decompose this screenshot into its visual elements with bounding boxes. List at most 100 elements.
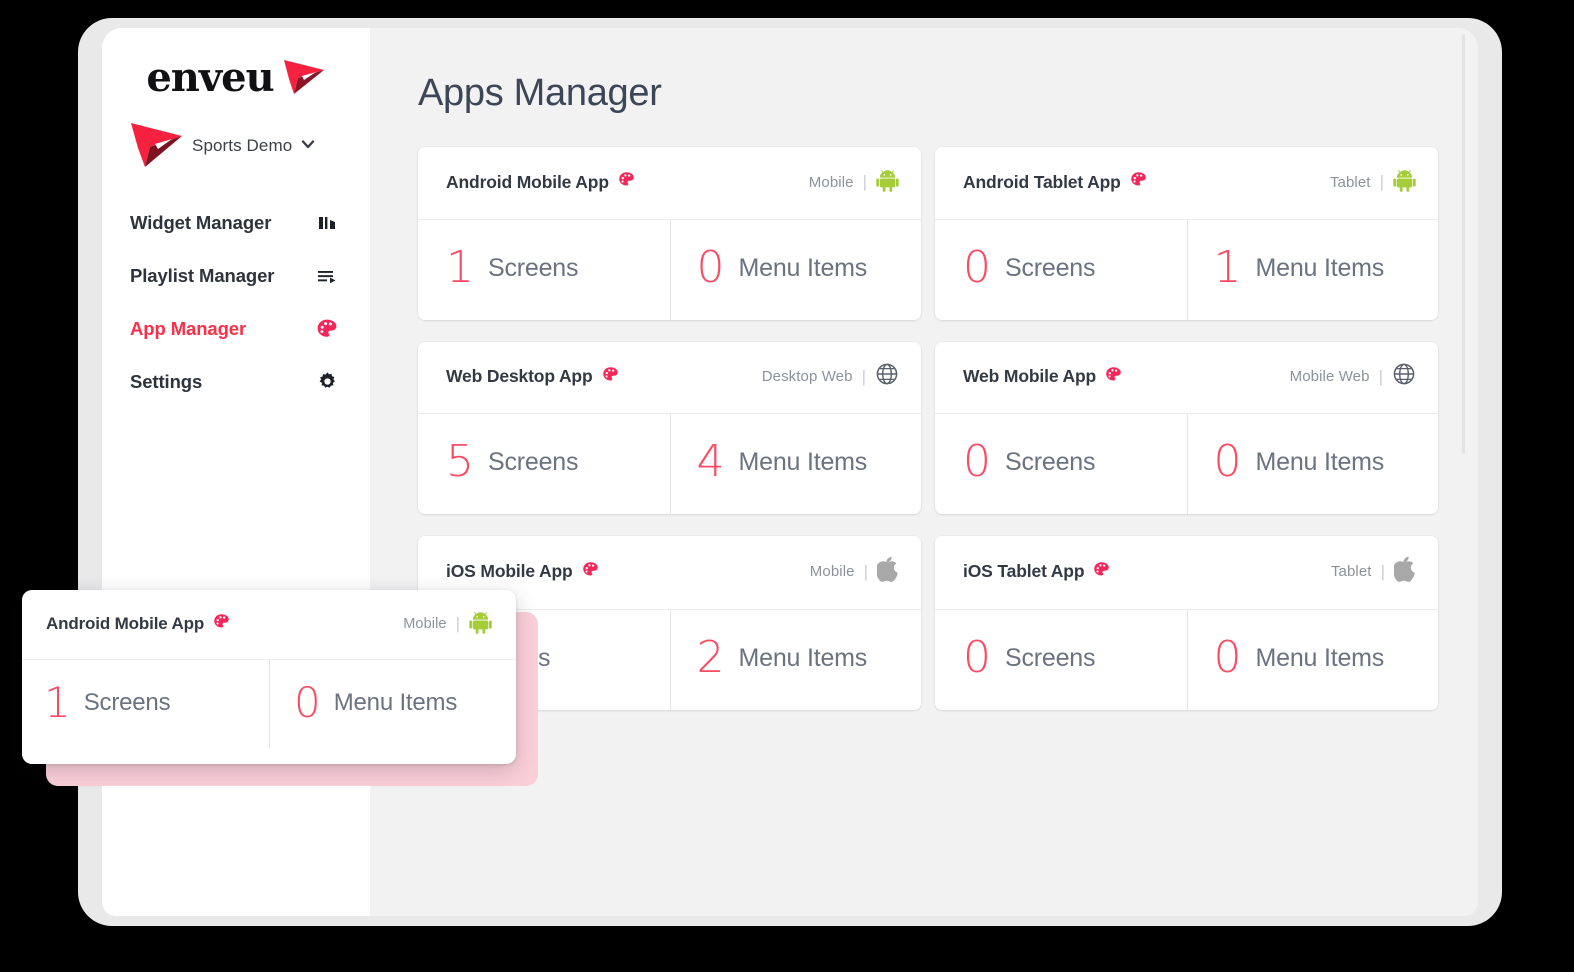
- stat-value: 0: [963, 632, 991, 683]
- app-card-stats: 0 Screens 0 Menu Items: [935, 414, 1438, 514]
- stat-value: 1: [1213, 242, 1242, 293]
- stat-menu-items: 0 Menu Items: [1186, 414, 1439, 514]
- app-card[interactable]: Web Mobile App Mobile Web | 0 Screens 0 …: [935, 342, 1438, 514]
- tenant-name: Sports Demo: [192, 136, 293, 155]
- app-card-title: iOS Mobile App: [446, 561, 573, 581]
- stat-value: 0: [1213, 436, 1242, 487]
- platform-separator: |: [1378, 366, 1383, 386]
- sidebar-item-playlist-manager[interactable]: Playlist Manager: [102, 249, 370, 302]
- palette-icon[interactable]: [1130, 171, 1147, 193]
- stat-label: Menu Items: [738, 253, 868, 282]
- stat-label: Screens: [83, 689, 171, 716]
- palette-icon[interactable]: [1093, 561, 1110, 583]
- app-card[interactable]: iOS Tablet App Tablet | 0 Screens 0 Menu…: [935, 536, 1438, 710]
- app-card[interactable]: Android Tablet App Tablet | 0 Screens 1 …: [935, 147, 1438, 320]
- page-title: Apps Manager: [418, 72, 662, 114]
- app-card-stats: 0 Screens 1 Menu Items: [935, 220, 1438, 320]
- app-card-title: Android Tablet App: [963, 171, 1121, 192]
- stat-label: Menu Items: [738, 643, 868, 672]
- palette-icon[interactable]: [1105, 366, 1122, 388]
- overlay-card-header: Android Mobile App Mobile |: [22, 590, 516, 660]
- app-card-title: Web Desktop App: [446, 366, 593, 386]
- brand-logo[interactable]: enveu: [102, 28, 370, 102]
- palette-icon[interactable]: [582, 561, 599, 583]
- app-card-stats: 5 Screens 4 Menu Items: [418, 414, 921, 514]
- stat-label: Menu Items: [1255, 643, 1385, 672]
- android-icon: [876, 167, 899, 197]
- stat-value: 0: [1213, 632, 1242, 683]
- stat-label: Menu Items: [333, 689, 458, 716]
- stat-menu-items: 0 Menu Items: [669, 220, 922, 320]
- platform-separator: |: [863, 561, 868, 581]
- app-card-title: Web Mobile App: [963, 366, 1097, 386]
- platform-separator: |: [861, 366, 866, 386]
- sidebar-item-widget-manager[interactable]: Widget Manager: [102, 196, 370, 249]
- apple-icon: [876, 556, 899, 587]
- platform-label: Mobile: [808, 173, 854, 191]
- highlighted-app-card-overlay: Android Mobile App Mobile | 1 Screens 0 …: [22, 590, 538, 786]
- playlist-icon: [316, 265, 338, 287]
- stat-screens: 1 Screens: [418, 220, 670, 320]
- sidebar-item-app-manager[interactable]: App Manager: [102, 302, 370, 355]
- stat-menu-items: 0 Menu Items: [1186, 610, 1439, 710]
- stat-label: Menu Items: [1255, 447, 1385, 476]
- stat-value: 0: [696, 242, 725, 293]
- tenant-paper-plane-icon: [128, 118, 186, 175]
- brand-logo-text: enveu: [146, 54, 274, 101]
- stat-label: Screens: [1005, 643, 1096, 672]
- palette-icon: [316, 318, 338, 340]
- sidebar-item-settings[interactable]: Settings: [102, 355, 370, 408]
- tenant-selector[interactable]: Sports Demo: [102, 102, 370, 176]
- stat-menu-items: 0 Menu Items: [269, 660, 516, 748]
- platform-separator: |: [455, 614, 460, 633]
- app-card-header: iOS Tablet App Tablet |: [935, 536, 1438, 610]
- vertical-scrollbar[interactable]: [1462, 34, 1465, 454]
- platform-label: Mobile: [403, 616, 447, 632]
- globe-icon: [1392, 362, 1416, 391]
- sidebar-item-label: Playlist Manager: [130, 264, 275, 286]
- stat-label: Menu Items: [1255, 253, 1385, 282]
- stat-screens: 0 Screens: [935, 414, 1187, 514]
- stat-value: 1: [44, 678, 71, 727]
- stat-menu-items: 1 Menu Items: [1186, 220, 1439, 320]
- app-card[interactable]: Android Mobile App Mobile | 1 Screens 0 …: [418, 147, 921, 320]
- platform-separator: |: [1380, 561, 1385, 581]
- palette-icon[interactable]: [213, 613, 230, 635]
- palette-icon[interactable]: [618, 171, 635, 193]
- app-card-header: Web Mobile App Mobile Web |: [935, 342, 1438, 414]
- platform-label: Tablet: [1330, 563, 1372, 580]
- stat-label: Screens: [488, 447, 579, 476]
- sidebar-item-label: Widget Manager: [130, 211, 272, 233]
- platform-separator: |: [1379, 172, 1384, 191]
- stat-value: 5: [446, 436, 474, 487]
- stat-value: 1: [446, 242, 474, 293]
- stat-screens: 0 Screens: [935, 220, 1187, 320]
- chevron-down-icon[interactable]: [300, 136, 316, 157]
- screenshot-root: enveu Sports Demo Widget Manager Playlis…: [0, 0, 1574, 972]
- stat-screens: 1 Screens: [22, 660, 269, 748]
- stat-label: Screens: [1005, 447, 1096, 476]
- paper-plane-icon: [282, 56, 326, 101]
- stat-value: 0: [963, 436, 991, 487]
- overlay-card-title: Android Mobile App: [46, 614, 205, 633]
- overlay-card-stats: 1 Screens 0 Menu Items: [22, 660, 516, 748]
- overlay-app-card[interactable]: Android Mobile App Mobile | 1 Screens 0 …: [22, 590, 516, 764]
- palette-icon[interactable]: [602, 366, 619, 388]
- stat-label: Screens: [488, 253, 579, 282]
- apple-icon: [1393, 556, 1416, 587]
- app-card-title: iOS Tablet App: [963, 561, 1085, 581]
- platform-label: Tablet: [1329, 173, 1371, 191]
- app-card[interactable]: Web Desktop App Desktop Web | 5 Screens …: [418, 342, 921, 514]
- stat-value: 2: [696, 632, 725, 683]
- stat-value: 0: [963, 242, 991, 293]
- stat-value: 0: [294, 678, 321, 727]
- sidebar-item-label: App Manager: [130, 317, 247, 339]
- app-card-header: Android Tablet App Tablet |: [935, 147, 1438, 220]
- stat-value: 4: [696, 436, 725, 487]
- stat-menu-items: 4 Menu Items: [669, 414, 922, 514]
- sidebar-item-label: Settings: [130, 370, 203, 392]
- platform-separator: |: [862, 172, 867, 191]
- app-card-header: Android Mobile App Mobile |: [418, 147, 921, 220]
- platform-label: Mobile: [809, 563, 855, 580]
- app-card-stats: 0 Screens 0 Menu Items: [935, 610, 1438, 710]
